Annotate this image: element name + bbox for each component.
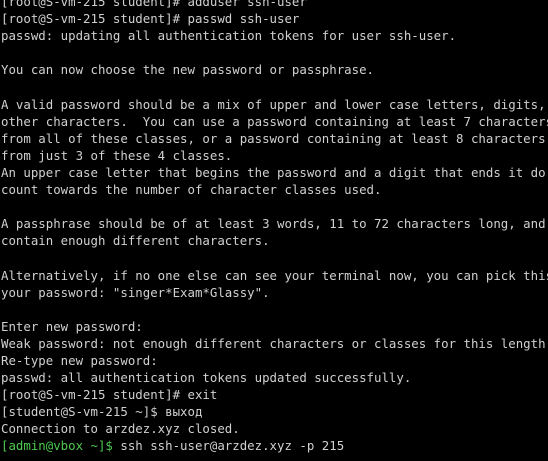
terminal-line: [root@S-vm-215 student]# adduser ssh-use…: [1, 0, 307, 9]
terminal-line: Connection to arzdez.xyz closed.: [1, 421, 240, 437]
terminal-output: [root@S-vm-215 student]# adduser ssh-use…: [1, 0, 548, 455]
current-command-line[interactable]: [admin@vbox ~]$ ssh ssh-user@arzdez.xyz …: [1, 437, 548, 454]
terminal-line: Weak password: not enough different char…: [1, 335, 548, 351]
terminal-line: passwd: updating all authentication toke…: [1, 28, 457, 44]
terminal-line: count towards the number of character cl…: [1, 182, 382, 198]
command-text[interactable]: ssh ssh-user@arzdez.xyz -p 215: [113, 438, 344, 453]
terminal-line: from all of these classes, or a password…: [1, 130, 546, 146]
terminal-line: [root@S-vm-215 student]# exit: [1, 387, 218, 403]
terminal-line: from just 3 of these 4 classes.: [1, 147, 233, 163]
terminal-line: your password: "singer*Exam*Glassy".: [1, 284, 270, 300]
shell-prompt: [admin@vbox ~]$: [1, 438, 113, 454]
terminal-line: other characters. You can use a password…: [1, 113, 548, 129]
terminal-line: passwd: all authentication tokens update…: [1, 370, 412, 386]
terminal-line: A valid password should be a mix of uppe…: [1, 96, 548, 112]
terminal-line: Enter new password:: [1, 318, 143, 334]
terminal-line: An upper case letter that begins the pas…: [1, 164, 548, 180]
terminal-line: [root@S-vm-215 student]# passwd ssh-user: [1, 11, 300, 27]
terminal-line: A passphrase should be of at least 3 wor…: [1, 216, 546, 232]
terminal-line: Re-type new password:: [1, 352, 158, 368]
terminal-line: contain enough different characters.: [1, 233, 270, 249]
terminal-line: Alternatively, if no one else can see yo…: [1, 267, 548, 283]
terminal-window[interactable]: [root@S-vm-215 student]# adduser ssh-use…: [0, 0, 548, 461]
terminal-line: You can now choose the new password or p…: [1, 62, 374, 78]
terminal-line: [student@S-vm-215 ~]$ выход: [1, 404, 203, 420]
